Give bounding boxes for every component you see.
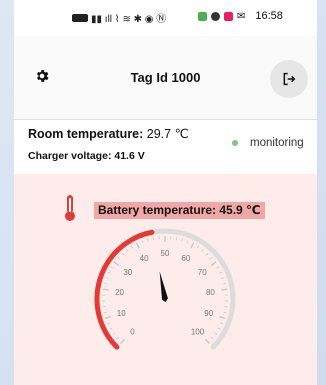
gauge-tick [175,237,178,241]
status-dot [232,140,238,146]
gauge-tick [186,240,189,244]
temperature-gauge: 0 10 20 30 40 50 60 70 80 90 100 [94,228,236,350]
info-section: Room temperature: 29.7 ℃ Charger voltage… [14,120,317,174]
gauge-tick [181,238,183,242]
gauge-tick [221,277,225,280]
gauge-tick [113,261,120,267]
gauge-tick [104,315,112,320]
gauge-tick [190,242,195,249]
signal-icons: ▮▮ ıll ⌇ ≋ ✱ ◉ Ⓝ [91,14,167,25]
status-text: monitoring [250,137,304,149]
gauge-tick [107,271,111,274]
app-icon [198,11,207,21]
battery-temperature: Battery temperature: 45.9 ℃ [94,202,265,219]
gauge-tick-label: 40 [140,254,149,263]
gauge-tick [196,245,200,249]
gauge-tick [102,288,109,291]
room-temperature: Room temperature: 29.7 ℃ [28,126,189,141]
gauge-tick [223,282,227,285]
gauge-tick [221,288,228,291]
gauge-tick [119,338,126,345]
gauge-tick-label: 60 [181,254,190,263]
gauge-tick [216,266,220,269]
status-bar: ▮▮ ıll ⌇ ≋ ✱ ◉ Ⓝ ✉ 16:58 [14,0,317,36]
gauge-tick [103,282,107,285]
gauge-tick-label: 50 [161,249,170,258]
gauge-tick [214,332,218,335]
gauge-needle [159,271,168,302]
gauge-tick [130,245,134,249]
gauge-tick [152,237,155,241]
gauge-tick [204,338,211,345]
gauge-tick-label: 100 [191,328,205,337]
gauge-tick [126,248,129,252]
gauge-tick [219,322,223,325]
mail-icon: ✉ [237,10,246,22]
gauge-tick-label: 30 [123,268,132,277]
app-icon [224,11,233,21]
status-indicator: monitoring [232,137,304,149]
gauge-tick [209,257,213,260]
gauge-tick [105,277,109,280]
gauge-tick [141,240,144,244]
header: Tag Id 1000 [14,36,317,120]
notification-icons: ✉ 16:58 [198,10,283,22]
room-temperature-value: 29.7 ℃ [146,127,189,141]
gauge-tick [117,257,121,260]
gauge-tick-label: 90 [204,309,213,318]
app-screen: ▮▮ ıll ⌇ ≋ ✱ ◉ Ⓝ ✉ 16:58 Tag Id 1000 Roo… [14,0,317,385]
thermometer-icon [65,195,75,221]
gauge-tick [121,252,125,256]
gauge-tick [110,266,114,269]
app-icon [211,11,220,21]
gauge-tick [210,336,214,340]
logout-icon [283,72,296,86]
gauge-tick-label: 70 [198,268,207,277]
logout-button[interactable] [270,60,308,98]
gauge-tick [112,332,116,335]
battery-icon [72,13,88,22]
gauge-tick [201,248,204,252]
gauge-tick [147,238,149,242]
gauge-tick-label: 20 [115,288,124,297]
gauge-tick [103,311,107,314]
gauge-tick [219,271,223,274]
gauge-tick [107,322,111,325]
gauge-tick-label: 0 [130,328,135,337]
gauge-tick [205,252,209,256]
battery-panel: Battery temperature: 45.9 ℃ 0 10 20 30 40 50 6… [14,174,317,385]
gauge-tick [135,242,140,249]
gauge-tick [218,315,226,320]
gauge-tick [116,336,120,340]
charger-voltage: Charger voltage: 41.6 V [28,150,145,162]
gauge-tick-label: 10 [117,309,126,318]
gauge-tick [210,261,217,267]
gauge-tick [109,327,113,330]
status-icons: ▮▮ ıll ⌇ ≋ ✱ ◉ Ⓝ [72,10,166,25]
gauge-tick [223,311,227,314]
gauge-tick-label: 80 [206,288,215,297]
clock: 16:58 [255,10,283,22]
gauge-tick [217,327,221,330]
room-temperature-label: Room temperature: [28,127,144,141]
